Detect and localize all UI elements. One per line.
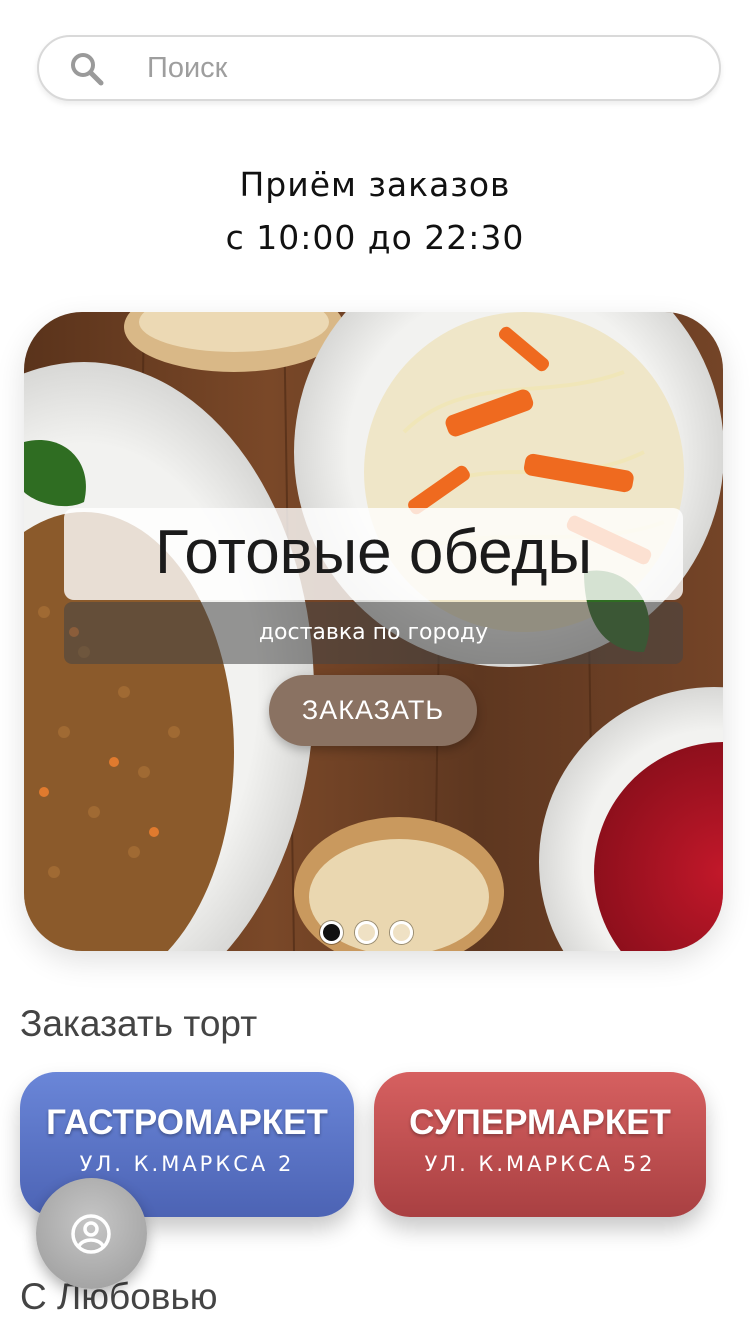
carousel-dot-1[interactable]: [320, 921, 343, 944]
order-hours-title: Приём заказов: [239, 165, 511, 204]
promo-banner[interactable]: Готовые обеды доставка по городу ЗАКАЗАТ…: [24, 312, 723, 951]
order-button[interactable]: ЗАКАЗАТЬ: [269, 675, 477, 746]
store-address: УЛ. К.МАРКСА 52: [424, 1152, 656, 1176]
cakes-section-title: Заказать торт: [20, 1003, 258, 1044]
store-name: ГАСТРОМАРКЕТ: [46, 1103, 328, 1142]
banner-subtitle: доставка по городу: [64, 602, 683, 664]
order-hours-time: с 10:00 до 22:30: [225, 218, 525, 257]
profile-button[interactable]: [36, 1178, 147, 1289]
store-name: СУПЕРМАРКЕТ: [409, 1103, 671, 1142]
love-section-title: С Любовью: [20, 1276, 218, 1317]
store-address: УЛ. К.МАРКСА 2: [79, 1152, 295, 1176]
search-input[interactable]: [147, 47, 687, 89]
search-bar[interactable]: [37, 35, 721, 101]
user-profile-icon: [71, 1214, 111, 1254]
home-screen: Приём заказов с 10:00 до 22:30: [0, 0, 750, 1333]
carousel-dot-2[interactable]: [355, 921, 378, 944]
order-hours: Приём заказов с 10:00 до 22:30: [0, 158, 750, 264]
carousel-dot-3[interactable]: [390, 921, 413, 944]
store-card-supermarket[interactable]: СУПЕРМАРКЕТ УЛ. К.МАРКСА 52: [374, 1072, 706, 1217]
search-icon: [71, 53, 104, 86]
banner-title: Готовые обеды: [64, 508, 683, 600]
